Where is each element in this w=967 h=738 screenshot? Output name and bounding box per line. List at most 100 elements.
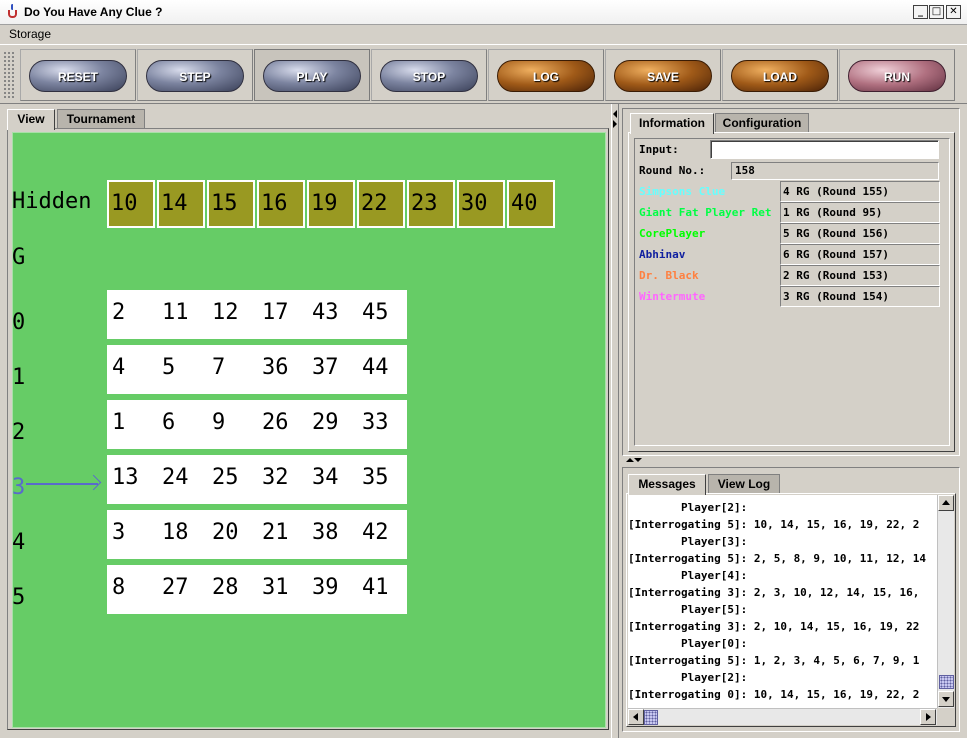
player-name: Simpsons Clue <box>639 185 726 198</box>
row-number: 36 <box>262 355 289 380</box>
minimize-button[interactable]: _ <box>913 5 928 19</box>
tab-view[interactable]: View <box>7 109 55 130</box>
arrow-right-icon <box>926 713 931 721</box>
tab-view-log[interactable]: View Log <box>708 474 780 494</box>
horizontal-scrollbar[interactable] <box>628 708 937 725</box>
row-number: 28 <box>212 575 239 600</box>
row-number: 3 <box>112 520 126 545</box>
toolbar-cell: RESET <box>20 49 136 101</box>
row-number: 39 <box>312 575 339 600</box>
row-number: 13 <box>112 465 139 490</box>
toolbar: RESET STEP PLAY STOP LOG SAVE LOAD RUN <box>0 44 967 104</box>
message-line: [Interrogating 5]: 10, 14, 15, 16, 19, 2… <box>628 518 920 531</box>
message-line: Player[3]: <box>628 535 748 548</box>
row-number: 38 <box>312 520 339 545</box>
hidden-card: 23 <box>407 180 455 228</box>
run-button[interactable]: RUN <box>848 60 946 92</box>
toolbar-cell: LOG <box>488 49 604 101</box>
row-number: 24 <box>162 465 189 490</box>
player-row: 4 5 7 36 37 44 <box>107 345 407 394</box>
current-row-arrow-icon <box>26 483 98 485</box>
row-number: 26 <box>262 410 289 435</box>
input-field[interactable] <box>710 140 939 159</box>
row-number: 2 <box>112 300 126 325</box>
row-label-current: 3 <box>12 475 26 500</box>
message-line: [Interrogating 0]: 10, 14, 15, 16, 19, 2… <box>628 688 920 701</box>
message-line: [Interrogating 3]: 2, 10, 14, 15, 16, 19… <box>628 620 920 633</box>
player-row: 1 6 9 26 29 33 <box>107 400 407 449</box>
row-number: 35 <box>362 465 389 490</box>
hidden-label: Hidden <box>12 189 92 214</box>
row-number: 25 <box>212 465 239 490</box>
collapse-left-icon[interactable] <box>613 110 617 118</box>
row-number: 45 <box>362 300 389 325</box>
message-line: Player[5]: <box>628 603 748 616</box>
hidden-card: 19 <box>307 180 355 228</box>
g-label: G <box>12 245 26 270</box>
row-number: 41 <box>362 575 389 600</box>
player-name: Dr. Black <box>639 269 699 282</box>
row-number: 18 <box>162 520 189 545</box>
message-line: [Interrogating 5]: 1, 2, 3, 4, 5, 6, 7, … <box>628 654 920 667</box>
player-row: 8 27 28 31 39 41 <box>107 565 407 614</box>
player-score: 6 RG (Round 157) <box>780 244 940 265</box>
stop-button[interactable]: STOP <box>380 60 478 92</box>
load-button[interactable]: LOAD <box>731 60 829 92</box>
hidden-card: 30 <box>457 180 505 228</box>
player-row-current: 13 24 25 32 34 35 <box>107 455 407 504</box>
hidden-card: 22 <box>357 180 405 228</box>
menu-bar: Storage <box>0 25 967 44</box>
row-number: 31 <box>262 575 289 600</box>
row-label: 4 <box>12 530 26 555</box>
collapse-down-icon[interactable] <box>634 458 642 462</box>
player-row: 2 11 12 17 43 45 <box>107 290 407 339</box>
hidden-card: 16 <box>257 180 305 228</box>
title-bar: Do You Have Any Clue ? _ □ ✕ <box>0 0 967 25</box>
vertical-splitter[interactable] <box>611 104 619 738</box>
player-score: 3 RG (Round 154) <box>780 286 940 307</box>
reset-button[interactable]: RESET <box>29 60 127 92</box>
log-button[interactable]: LOG <box>497 60 595 92</box>
row-number: 8 <box>112 575 126 600</box>
collapse-up-icon[interactable] <box>626 458 634 462</box>
row-number: 42 <box>362 520 389 545</box>
row-label: 0 <box>12 310 26 335</box>
messages-text-area[interactable]: Player[2]: [Interrogating 5]: 10, 14, 15… <box>628 495 937 708</box>
row-number: 33 <box>362 410 389 435</box>
row-number: 43 <box>312 300 339 325</box>
tab-configuration[interactable]: Configuration <box>715 113 809 133</box>
maximize-button[interactable]: □ <box>929 5 944 19</box>
message-line: Player[2]: <box>628 501 748 514</box>
toolbar-cell: STEP <box>137 49 253 101</box>
hidden-card: 40 <box>507 180 555 228</box>
close-button[interactable]: ✕ <box>946 5 961 19</box>
horizontal-scroll-thumb[interactable] <box>644 710 658 725</box>
toolbar-grip[interactable] <box>3 51 15 99</box>
window-title: Do You Have Any Clue ? <box>24 5 163 19</box>
collapse-right-icon[interactable] <box>613 120 617 128</box>
vertical-scrollbar[interactable] <box>937 495 954 708</box>
tab-information[interactable]: Information <box>630 113 714 134</box>
save-button[interactable]: SAVE <box>614 60 712 92</box>
tab-tournament[interactable]: Tournament <box>57 109 145 129</box>
play-button[interactable]: PLAY <box>263 60 361 92</box>
player-score: 5 RG (Round 156) <box>780 223 940 244</box>
toolbar-cell: LOAD <box>722 49 838 101</box>
menu-storage[interactable]: Storage <box>9 27 51 41</box>
arrow-down-icon <box>942 697 950 702</box>
vertical-scroll-thumb[interactable] <box>939 675 954 689</box>
row-number: 32 <box>262 465 289 490</box>
row-number: 44 <box>362 355 389 380</box>
scroll-left-button[interactable] <box>628 709 644 725</box>
row-number: 6 <box>162 410 176 435</box>
horizontal-splitter[interactable] <box>622 457 960 465</box>
scroll-down-button[interactable] <box>938 691 954 707</box>
scroll-right-button[interactable] <box>920 709 936 725</box>
row-number: 29 <box>312 410 339 435</box>
row-number: 37 <box>312 355 339 380</box>
step-button[interactable]: STEP <box>146 60 244 92</box>
toolbar-cell: STOP <box>371 49 487 101</box>
tab-messages[interactable]: Messages <box>628 474 706 495</box>
round-label: Round No.: <box>639 164 706 177</box>
scroll-up-button[interactable] <box>938 495 954 511</box>
